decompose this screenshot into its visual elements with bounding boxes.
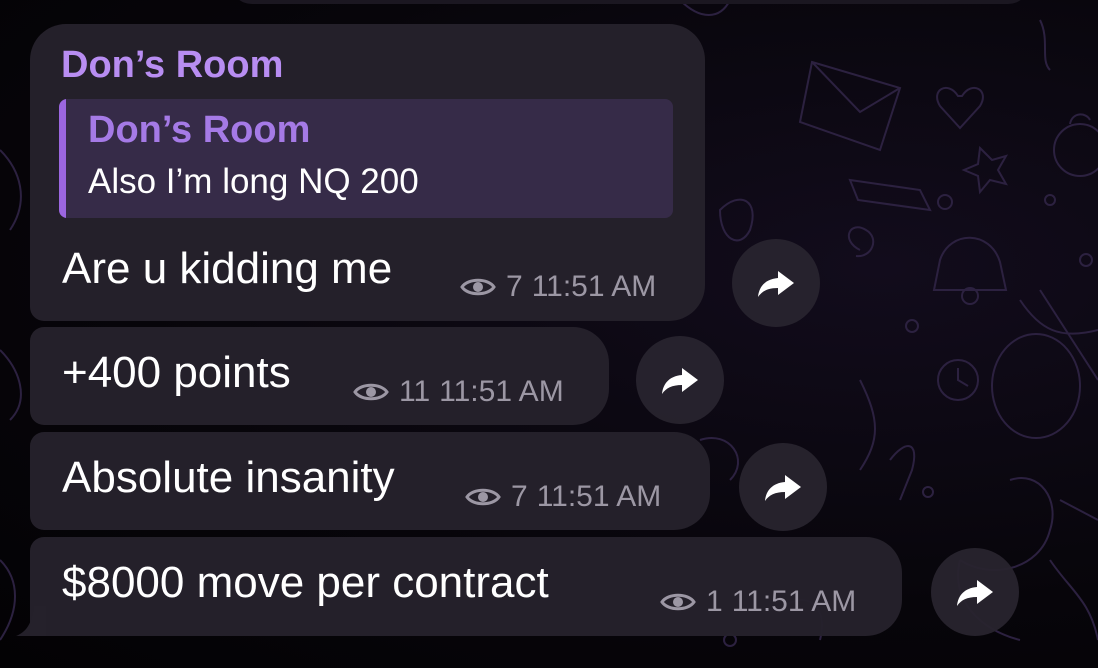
- view-count: 11: [399, 375, 431, 408]
- forward-button[interactable]: [931, 548, 1019, 636]
- reply-quote[interactable]: Don’s Room Also I’m long NQ 200: [59, 99, 673, 218]
- message-text: $8000 move per contract: [62, 558, 549, 607]
- message-bubble[interactable]: Absolute insanity 7 11:51 AM: [30, 432, 710, 530]
- share-arrow-icon: [765, 475, 801, 501]
- message-time: 11:51 AM: [536, 480, 662, 513]
- message-bubble[interactable]: $8000 move per contract 1 11:51 AM: [16, 537, 902, 636]
- view-count: 7: [511, 480, 528, 513]
- message-meta: 11 11:51 AM: [353, 375, 564, 409]
- message-text: +400 points: [62, 348, 291, 397]
- message-time: 11:51 AM: [531, 270, 657, 303]
- eye-icon: [460, 278, 496, 296]
- share-arrow-icon: [957, 580, 993, 606]
- reply-text: Also I’m long NQ 200: [88, 162, 419, 201]
- message-time: 11:51 AM: [731, 585, 857, 618]
- eye-icon: [465, 488, 501, 506]
- message-meta: 7 11:51 AM: [465, 480, 661, 514]
- reply-sender-name: Don’s Room: [88, 109, 311, 151]
- message-time: 11:51 AM: [439, 375, 564, 408]
- message-meta: 7 11:51 AM: [460, 270, 656, 304]
- message-bubble[interactable]: Don’s Room Don’s Room Also I’m long NQ 2…: [30, 24, 705, 321]
- forward-button[interactable]: [732, 239, 820, 327]
- bubble-tail: [16, 606, 46, 636]
- forward-button[interactable]: [636, 336, 724, 424]
- eye-icon: [660, 593, 696, 611]
- view-count: 7: [506, 270, 523, 303]
- eye-icon: [353, 383, 389, 401]
- message-text: Absolute insanity: [62, 453, 395, 502]
- share-arrow-icon: [758, 271, 794, 297]
- previous-message-bubble: [230, 0, 1030, 4]
- message-meta: 1 11:51 AM: [660, 585, 856, 619]
- message-bubble[interactable]: +400 points 11 11:51 AM: [30, 327, 609, 425]
- view-count: 1: [706, 585, 723, 618]
- chat-view: Don’s Room Don’s Room Also I’m long NQ 2…: [0, 0, 1098, 668]
- share-arrow-icon: [662, 368, 698, 394]
- sender-name[interactable]: Don’s Room: [61, 44, 283, 87]
- reply-accent-bar: [59, 99, 66, 218]
- message-text: Are u kidding me: [62, 244, 393, 293]
- forward-button[interactable]: [739, 443, 827, 531]
